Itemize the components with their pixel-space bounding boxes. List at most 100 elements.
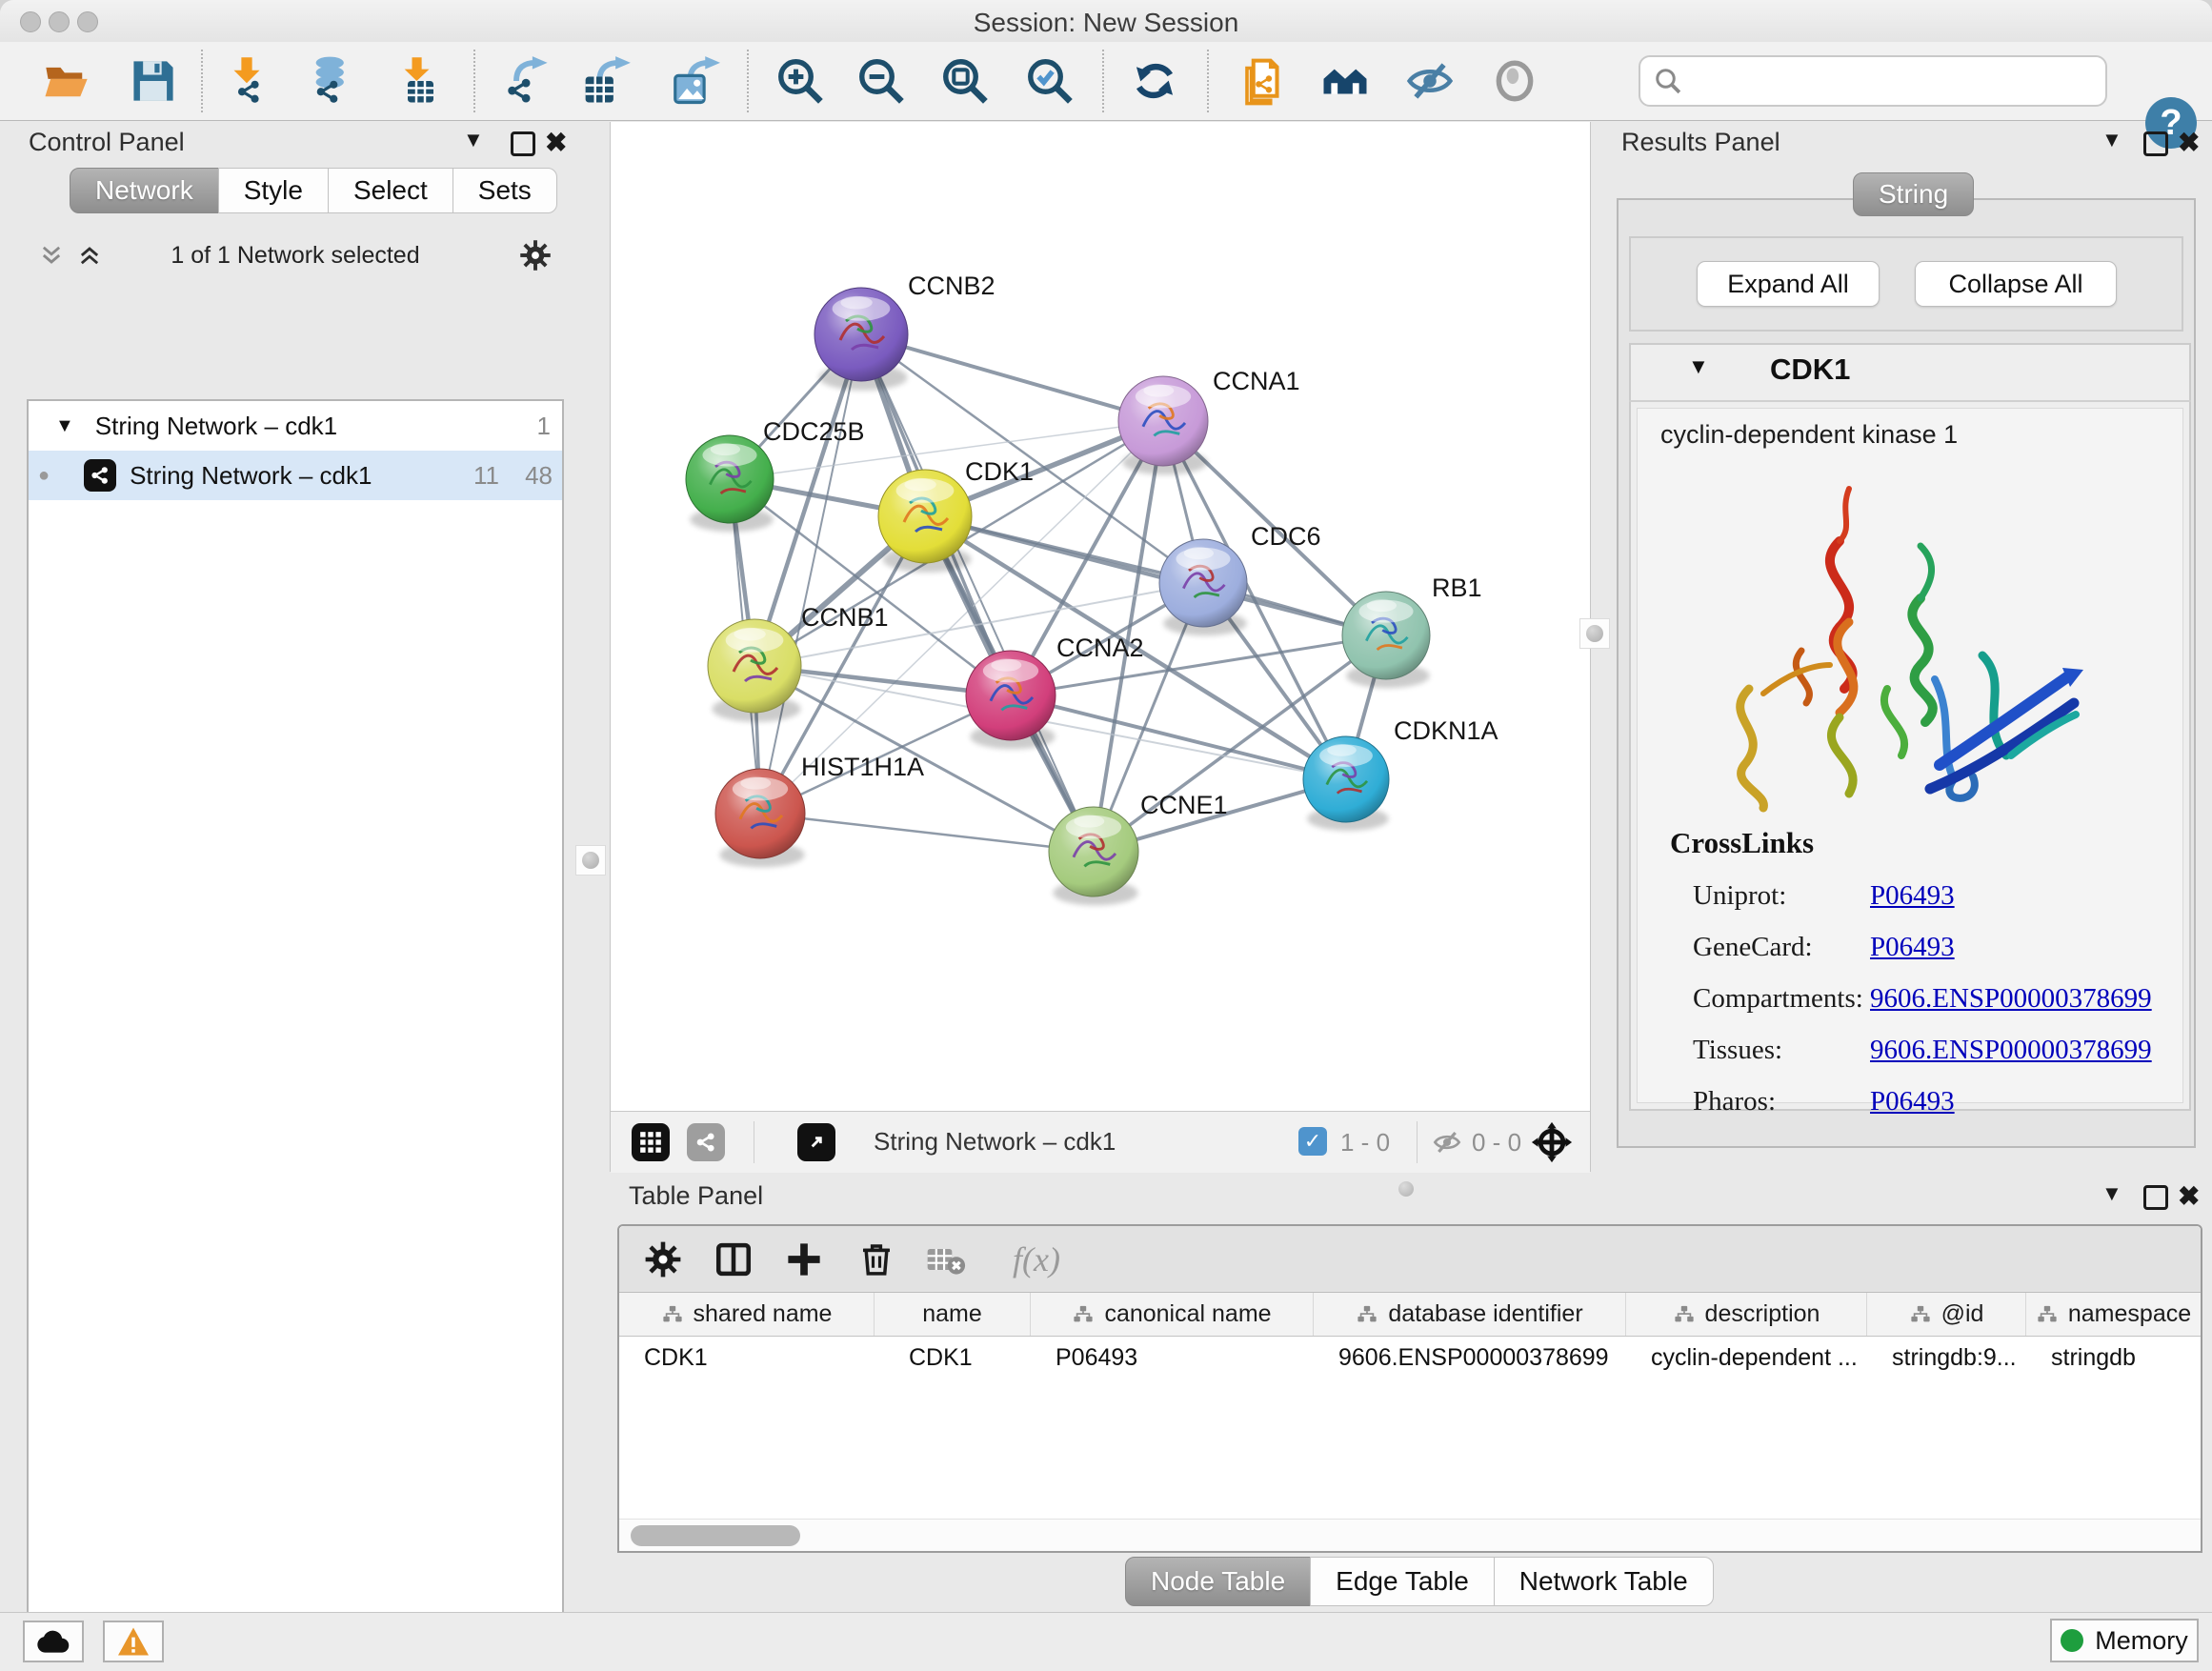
control-panel-title: Control Panel xyxy=(29,128,185,157)
column-header-namespace[interactable]: namespace xyxy=(2026,1293,2201,1336)
horizontal-splitter-handle[interactable] xyxy=(1398,1181,1414,1197)
cloud-button[interactable] xyxy=(23,1621,84,1662)
network-share-button[interactable] xyxy=(687,1123,725,1161)
selected-nodes-checkbox[interactable]: ✓ xyxy=(1298,1127,1327,1156)
table-options-button[interactable] xyxy=(640,1237,686,1282)
table-panel-float-button[interactable] xyxy=(2143,1185,2168,1210)
refresh-button[interactable] xyxy=(1127,53,1182,109)
results-panel-menu-button[interactable]: ▼ xyxy=(2101,128,2122,152)
column-header-shared-name[interactable]: shared name xyxy=(619,1293,875,1336)
network-collection-row[interactable]: ▼ String Network – cdk1 1 xyxy=(29,401,562,451)
tab-style[interactable]: Style xyxy=(218,168,329,213)
export-table-button[interactable] xyxy=(578,53,633,109)
float-icon xyxy=(511,131,535,156)
collapse-all-button[interactable]: Collapse All xyxy=(1915,261,2117,307)
clone-network-button[interactable] xyxy=(1237,53,1292,109)
table-panel-close-button[interactable]: ✖ xyxy=(2178,1180,2200,1212)
crosslink-link[interactable]: P06493 xyxy=(1870,880,1955,912)
expand-all-button[interactable]: Expand All xyxy=(1697,261,1880,307)
table-toolbar: f(x) xyxy=(619,1226,2201,1293)
column-header-canonical-name[interactable]: canonical name xyxy=(1031,1293,1314,1336)
app-statusbar: Memory xyxy=(0,1612,2212,1671)
control-panel-float-button[interactable] xyxy=(511,131,535,156)
search-box[interactable] xyxy=(1639,55,2107,107)
memory-label: Memory xyxy=(2095,1626,2188,1656)
tab-edge-table[interactable]: Edge Table xyxy=(1310,1557,1495,1606)
search-input[interactable] xyxy=(1692,66,2105,97)
column-header-database-identifier[interactable]: database identifier xyxy=(1314,1293,1626,1336)
column-label: description xyxy=(1705,1300,1820,1328)
crosslink-link[interactable]: 9606.ENSP00000378699 xyxy=(1870,983,2152,1015)
table-panel-menu-button[interactable]: ▼ xyxy=(2101,1181,2122,1206)
tab-network-table[interactable]: Network Table xyxy=(1494,1557,1714,1606)
create-column-button[interactable] xyxy=(781,1237,827,1282)
results-panel-float-button[interactable] xyxy=(2143,131,2168,156)
zoom-selected-button[interactable] xyxy=(1022,53,1077,109)
control-panel-close-button[interactable]: ✖ xyxy=(545,127,567,158)
show-all-button[interactable] xyxy=(1487,53,1542,109)
network-options-gear-icon[interactable] xyxy=(518,238,553,272)
show-home-button[interactable] xyxy=(1317,53,1373,109)
warnings-button[interactable] xyxy=(103,1621,164,1662)
tab-string[interactable]: String xyxy=(1853,172,1974,216)
apply-function-button[interactable]: f(x) xyxy=(998,1237,1075,1282)
network-label: String Network – cdk1 xyxy=(130,461,372,491)
export-network-button[interactable] xyxy=(497,53,553,109)
export-image-button[interactable] xyxy=(667,53,722,109)
open-session-button[interactable] xyxy=(39,53,94,109)
fit-crosshair-icon[interactable] xyxy=(1531,1121,1573,1163)
zoom-in-button[interactable] xyxy=(773,53,828,109)
table-row[interactable]: CDK1 CDK1 P06493 9606.ENSP00000378699 cy… xyxy=(619,1337,2201,1379)
tree-expander-icon[interactable]: ▼ xyxy=(55,415,74,437)
tab-select[interactable]: Select xyxy=(328,168,453,213)
node-details-header[interactable]: ▼ CDK1 xyxy=(1629,343,2191,402)
control-panel-menu-button[interactable]: ▼ xyxy=(463,128,484,152)
import-network-from-file-button[interactable] xyxy=(219,53,274,109)
crosslink-label: Pharos: xyxy=(1693,1086,1870,1117)
collapse-entry-icon[interactable]: ▼ xyxy=(1688,354,1709,379)
save-session-button[interactable] xyxy=(126,53,181,109)
network-graph-canvas[interactable]: CCNB2CCNA1CDC25BCDK1CDC6RB1CCNB1CCNA2CDK… xyxy=(611,122,1590,1111)
tab-sets[interactable]: Sets xyxy=(452,168,557,213)
open-in-window-button[interactable] xyxy=(797,1123,835,1161)
node-count: 11 xyxy=(457,461,499,491)
crosslink-link[interactable]: 9606.ENSP00000378699 xyxy=(1870,1035,2152,1066)
column-type-icon xyxy=(2036,1304,2059,1325)
crosslink-label: Tissues: xyxy=(1693,1035,1870,1066)
left-splitter-handle[interactable] xyxy=(575,845,606,876)
table-horizontal-scrollbar[interactable] xyxy=(619,1519,2201,1551)
zoom-fit-icon xyxy=(939,55,991,107)
column-header-description[interactable]: description xyxy=(1626,1293,1867,1336)
column-type-icon xyxy=(1072,1304,1095,1325)
chevron-down-icon: ▼ xyxy=(2101,128,2122,152)
delete-table-button[interactable] xyxy=(922,1237,968,1282)
scrollbar-thumb[interactable] xyxy=(631,1525,800,1546)
delete-column-button[interactable] xyxy=(854,1237,899,1282)
column-header-name[interactable]: name xyxy=(875,1293,1031,1336)
show-columns-button[interactable] xyxy=(711,1237,756,1282)
import-network-from-database-button[interactable] xyxy=(300,53,355,109)
toolbar-separator xyxy=(1102,50,1104,112)
right-splitter-handle[interactable] xyxy=(1579,618,1610,649)
column-type-icon xyxy=(1673,1304,1696,1325)
tab-node-table[interactable]: Node Table xyxy=(1125,1557,1311,1606)
tab-network[interactable]: Network xyxy=(70,168,219,213)
network-row[interactable]: ● String Network – cdk1 11 48 xyxy=(29,451,562,500)
protein-structure-image xyxy=(1697,451,2097,813)
crosslink-link[interactable]: P06493 xyxy=(1870,1086,1955,1117)
column-header-id[interactable]: @id xyxy=(1867,1293,2026,1336)
memory-button[interactable]: Memory xyxy=(2050,1619,2199,1662)
node-label: CCNA1 xyxy=(1213,367,1300,395)
node-label: CCNE1 xyxy=(1140,791,1228,819)
import-table-button[interactable] xyxy=(389,53,444,109)
birdseye-grid-button[interactable] xyxy=(632,1123,670,1161)
crosslink-link[interactable]: P06493 xyxy=(1870,932,1955,963)
hide-selected-button[interactable] xyxy=(1402,53,1458,109)
results-panel-close-button[interactable]: ✖ xyxy=(2178,127,2200,158)
node-label: CDC6 xyxy=(1251,522,1321,551)
hidden-count: 0 - 0 xyxy=(1472,1128,1521,1158)
zoom-out-button[interactable] xyxy=(854,53,909,109)
node-label: CCNB1 xyxy=(801,603,889,632)
zoom-fit-button[interactable] xyxy=(937,53,993,109)
column-type-icon xyxy=(1909,1304,1932,1325)
